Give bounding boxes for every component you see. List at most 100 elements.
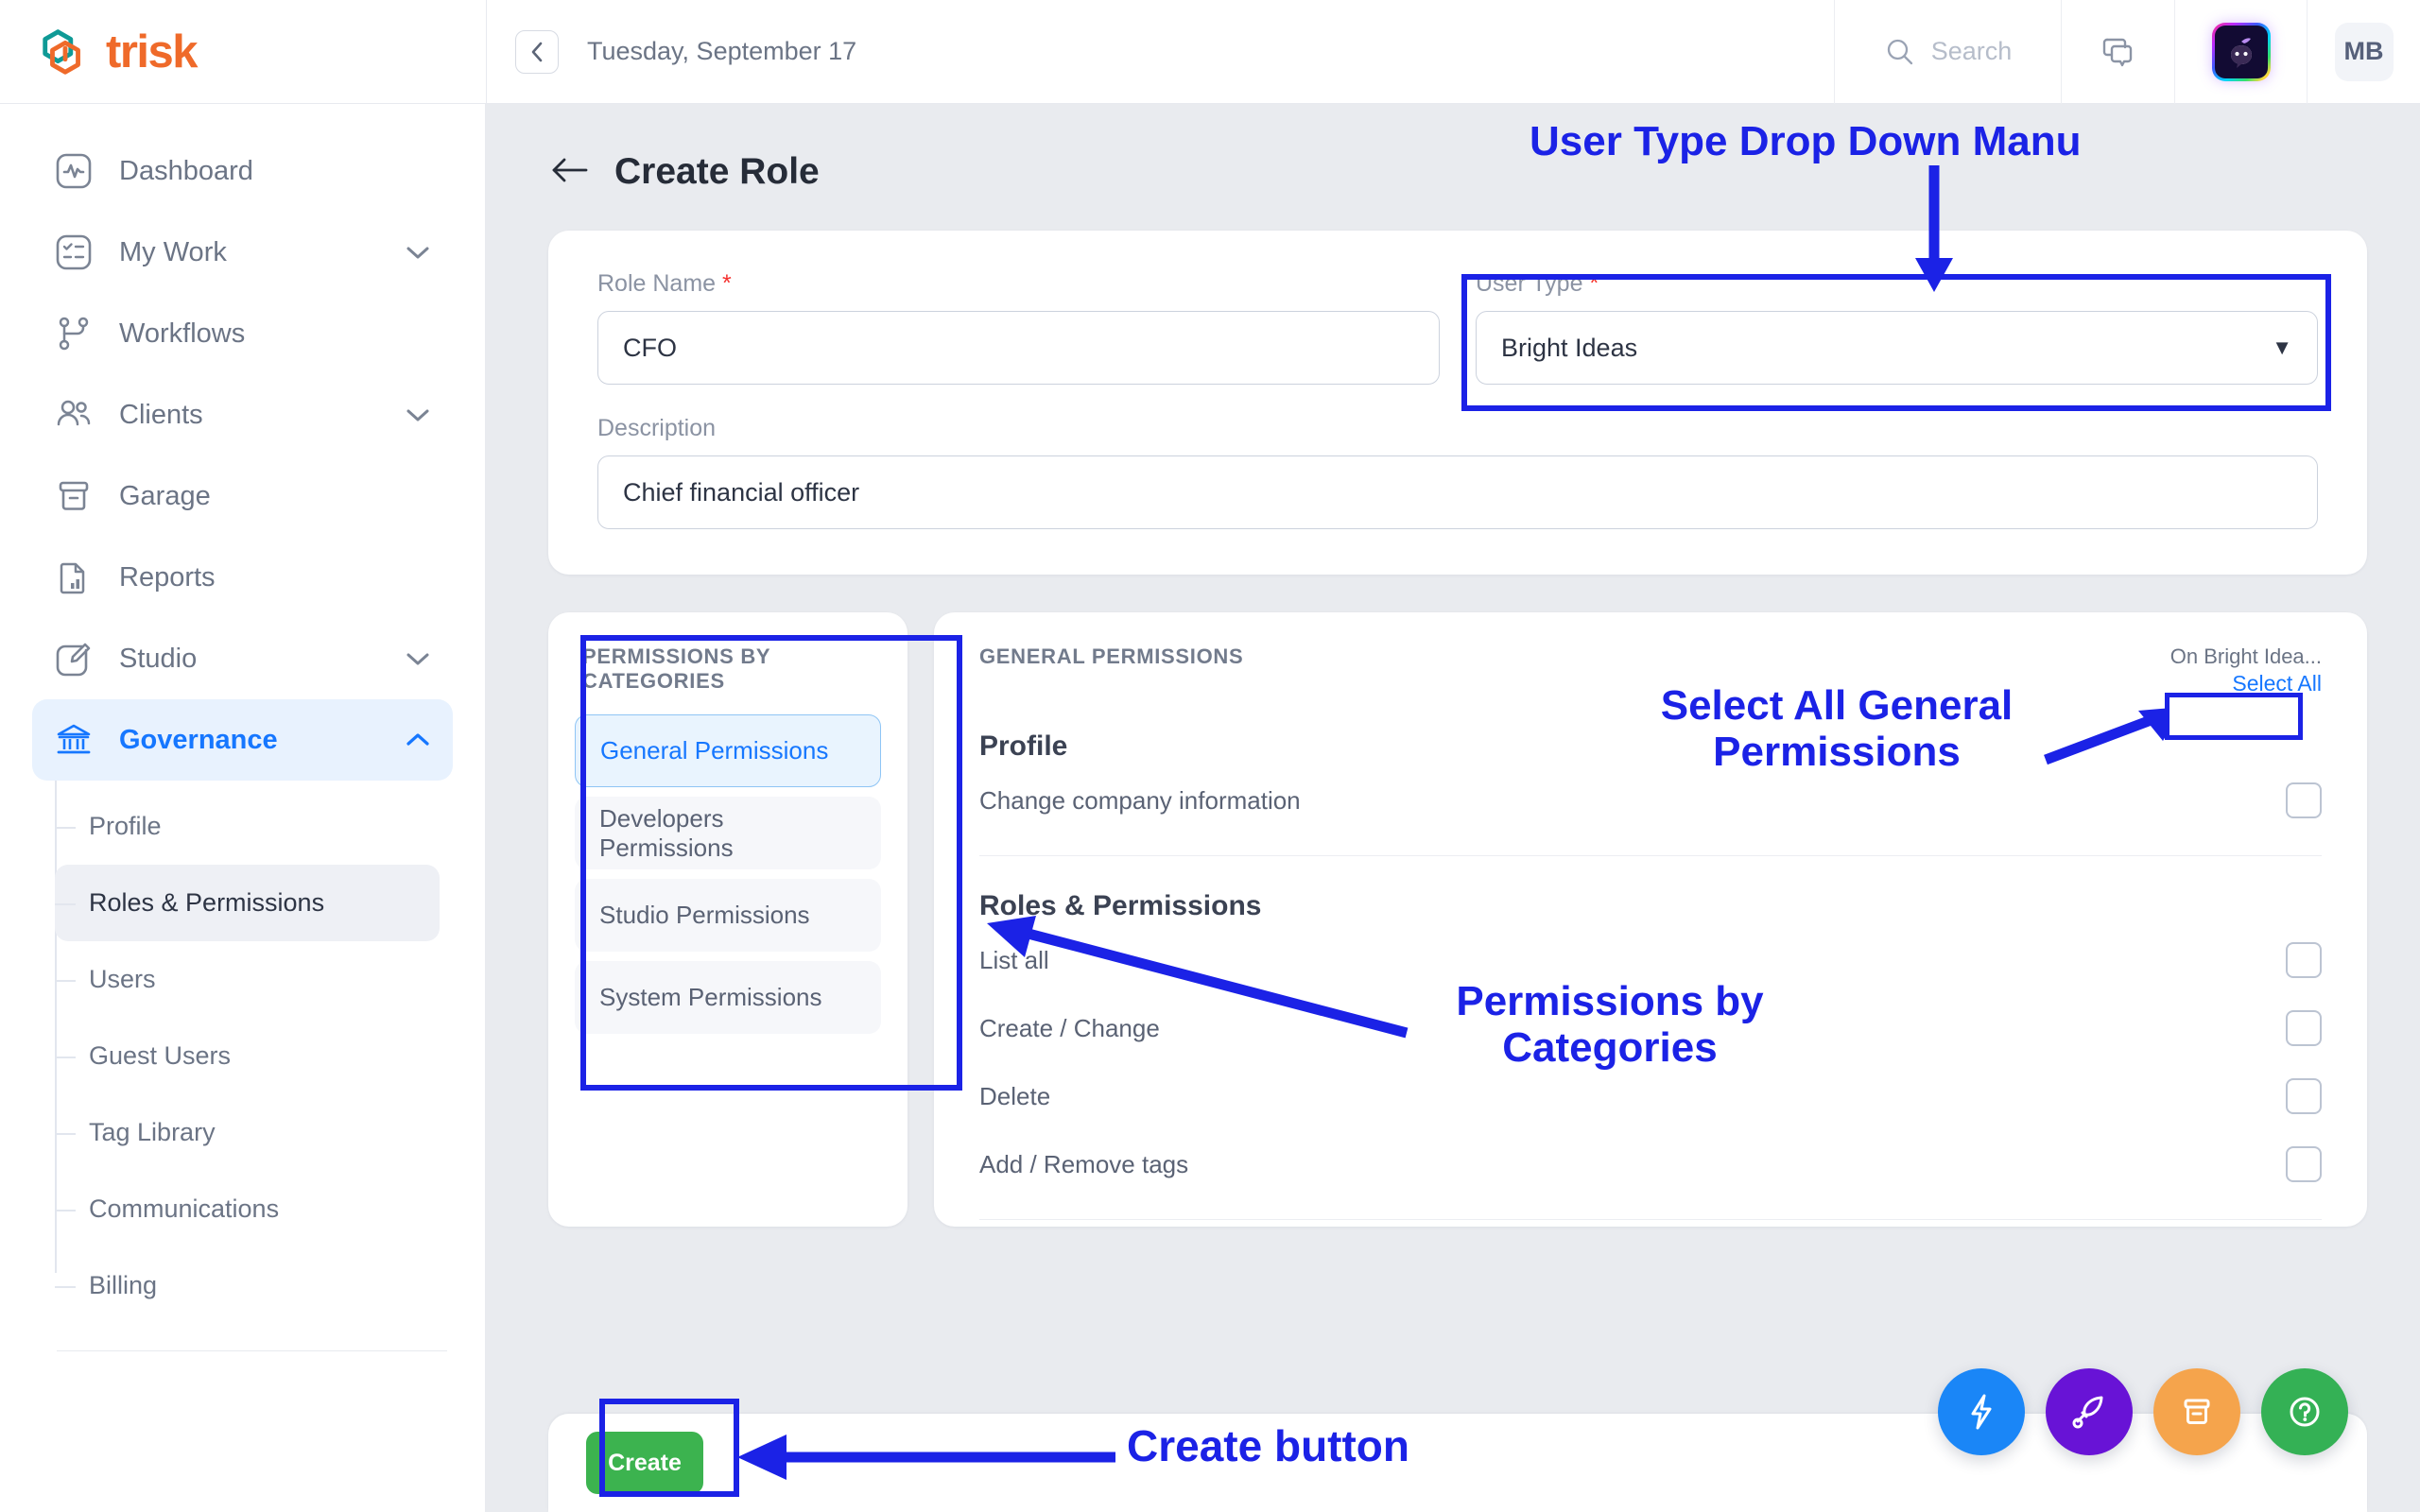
help-button[interactable] [2261,1368,2348,1455]
launch-button[interactable] [2046,1368,2133,1455]
avatar: MB [2334,22,2394,81]
collapse-sidebar-button[interactable] [515,29,559,74]
annotation-user-type-box [1461,274,2331,411]
sidebar-item-label: My Work [119,236,227,267]
ai-assistant-icon [2214,25,2268,78]
chat-bubbles-icon [2102,38,2132,66]
garage-button[interactable] [2153,1368,2240,1455]
sidebar-item-roles-permissions[interactable]: Roles & Permissions [55,865,440,941]
search-input[interactable]: Search [1834,0,2061,104]
search-placeholder: Search [1930,37,2013,65]
sidebar-subitem-label: Guest Users [89,1041,232,1070]
sidebar-item-label: Studio [119,643,198,674]
sidebar-item-profile[interactable]: Profile [55,788,440,865]
back-button[interactable] [548,155,590,190]
brush-icon [53,638,95,679]
sidebar-item-label: Dashboard [119,155,253,186]
chevron-down-icon[interactable] [404,401,432,429]
annotation-user-type-arrow [1915,165,1953,292]
lightning-bolt-icon [1971,1394,1992,1430]
current-date: Tuesday, September 17 [587,37,857,65]
annotation-categories-arrow [987,916,1409,1039]
garage-box-icon [2184,1399,2210,1424]
sidebar-subitem-label: Roles & Permissions [89,888,325,917]
chat-button[interactable] [2061,0,2174,104]
sidebar-subitem-label: Communications [89,1194,280,1223]
role-name-label: Role Name * [597,270,732,297]
search-icon [1887,39,1912,64]
sidebar-item-dashboard[interactable]: Dashboard [32,130,453,212]
permission-checkbox[interactable] [2286,782,2322,818]
user-menu-button[interactable]: MB [2307,0,2420,104]
quick-action-button[interactable] [1938,1368,2025,1455]
permission-row[interactable]: Delete [979,1066,2322,1126]
arrow-left-icon [552,158,588,181]
garage-box-icon [53,475,95,517]
sidebar-subitem-label: Users [89,965,156,993]
divider [486,0,487,104]
tree-tick [55,902,76,905]
chevron-down-icon[interactable] [404,238,432,266]
sidebar-item-workflows[interactable]: Workflows [32,293,453,374]
permission-checkbox[interactable] [2286,1078,2322,1114]
chevron-left-icon [531,42,543,61]
chevron-down-icon[interactable] [404,644,432,673]
tree-tick [55,826,76,829]
checklist-icon [53,232,95,273]
logo-wordmark: trisk [106,26,199,77]
bank-icon [53,719,95,761]
sidebar-item-label: Workflows [119,318,246,349]
tree-tick [55,979,76,982]
annotation-create-arrow [737,1435,1115,1480]
sidebar-item-reports[interactable]: Reports [32,537,453,618]
permissions-scope-label: On Bright Idea... [2169,644,2322,668]
tree-tick [55,1056,76,1058]
governance-subnav: Profile Roles & Permissions Users Guest … [55,781,485,1324]
sidebar-item-users[interactable]: Users [55,941,440,1018]
app-root: trisk Tuesday, September 17 Search MB Da… [0,0,2420,1512]
sidebar-subitem-label: Billing [89,1271,158,1299]
permission-row[interactable]: Add / Remove tags [979,1134,2322,1194]
permission-checkbox[interactable] [2286,1146,2322,1182]
help-question-icon [2290,1397,2320,1427]
permission-row[interactable]: Change company information [979,770,2322,831]
chevron-up-icon[interactable] [404,726,432,754]
permission-label: Add / Remove tags [979,1149,1189,1178]
description-input[interactable]: Chief financial officer [597,455,2318,529]
sidebar-item-tag-library[interactable]: Tag Library [55,1094,440,1171]
dashboard-icon [53,150,95,192]
role-name-group: Role Name * CFO [597,270,1440,385]
floating-action-buttons [1938,1368,2348,1455]
sidebar-item-communications[interactable]: Communications [55,1171,440,1247]
sidebar: Dashboard My Work Workflows Clients Gara… [0,104,486,1512]
sidebar-item-label: Reports [119,561,216,593]
permission-checkbox[interactable] [2286,1010,2322,1046]
description-group: Description Chief financial officer [597,415,2318,529]
permission-label: Change company information [979,785,1301,815]
sidebar-item-guest-users[interactable]: Guest Users [55,1018,440,1094]
required-asterisk: * [722,270,732,297]
annotation-categories-text: Permissions by Categories [1456,978,1764,1072]
top-bar: trisk Tuesday, September 17 Search MB [0,0,2420,104]
role-name-value: CFO [623,333,677,362]
app-logo[interactable]: trisk [0,25,486,79]
divider [979,855,2322,856]
sidebar-item-studio[interactable]: Studio [32,618,453,699]
sidebar-item-billing[interactable]: Billing [55,1247,440,1324]
sidebar-item-governance[interactable]: Governance [32,699,453,781]
page-header: Create Role [486,104,2420,193]
workflow-icon [53,313,95,354]
divider [57,1350,447,1351]
tree-tick [55,1209,76,1211]
permission-label: Delete [979,1081,1051,1110]
sidebar-item-garage[interactable]: Garage [32,455,453,537]
sidebar-item-label: Governance [119,724,278,755]
ai-assistant-badge [2211,22,2271,81]
role-name-input[interactable]: CFO [597,311,1440,385]
permissions-header-title: GENERAL PERMISSIONS [979,644,1244,668]
sidebar-item-my-work[interactable]: My Work [32,212,453,293]
ai-assistant-button[interactable] [2174,0,2307,104]
permission-checkbox[interactable] [2286,942,2322,978]
sidebar-item-clients[interactable]: Clients [32,374,453,455]
annotation-select-all-text: Select All General Permissions [1660,682,2014,776]
